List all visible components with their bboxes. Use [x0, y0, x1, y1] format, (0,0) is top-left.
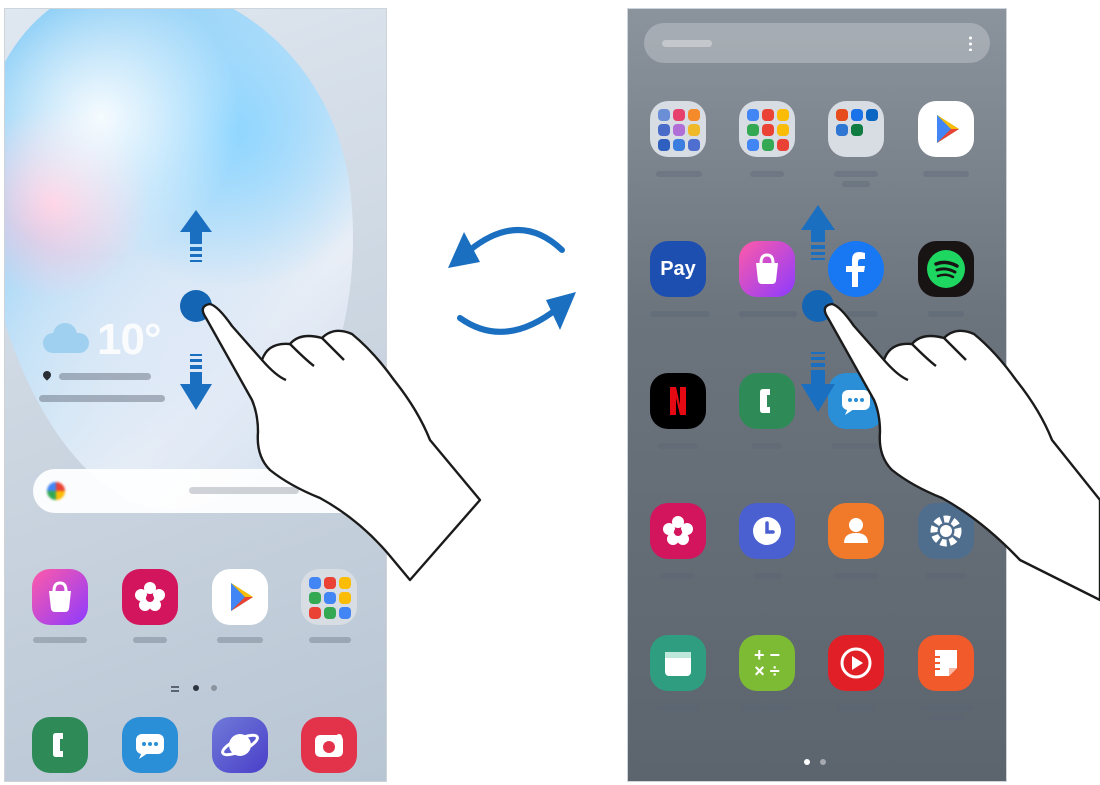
hand-icon-right: [823, 302, 1100, 602]
swipe-down-arrow-icon-right: [801, 352, 835, 412]
swipe-down-arrow-icon: [180, 354, 212, 410]
swipe-up-arrow-icon: [180, 210, 212, 262]
hand-icon: [201, 302, 482, 582]
gesture-overlay: [180, 205, 1100, 602]
switch-arrows-icon: [457, 227, 565, 335]
swipe-up-arrow-icon-right: [801, 205, 835, 260]
